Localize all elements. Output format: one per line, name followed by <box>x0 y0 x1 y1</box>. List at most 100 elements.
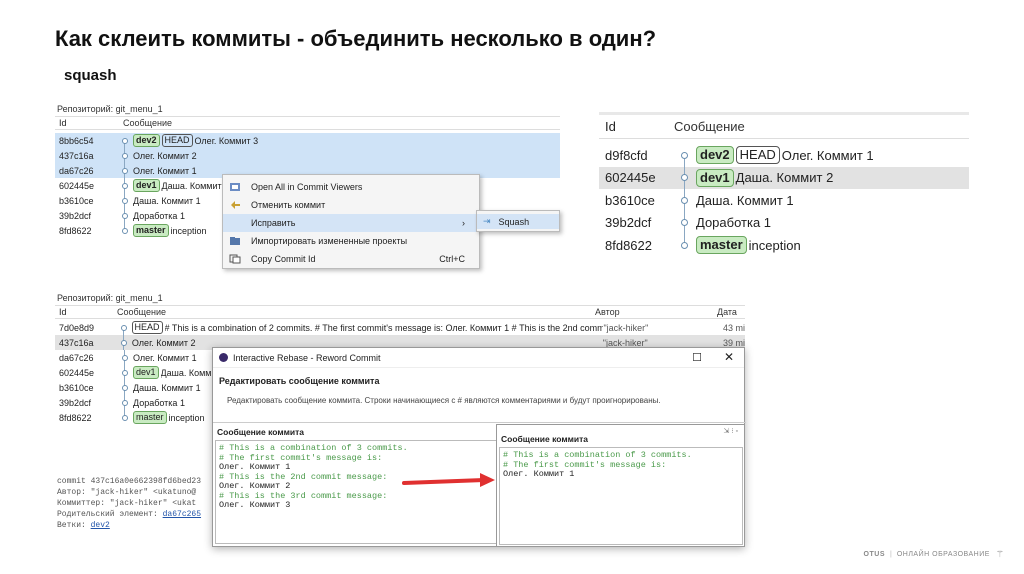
commit-id: 8fd8622 <box>59 412 92 423</box>
menu-label: Исправить <box>251 218 296 228</box>
commit-row[interactable]: b3610ce Даша. Коммит 1 <box>599 189 969 212</box>
menu-item-copy-id[interactable]: Copy Commit Id Ctrl+C <box>223 250 479 268</box>
commit-message: Олег. Коммит 2 <box>131 337 196 348</box>
branch-tag[interactable]: HEAD <box>735 146 780 165</box>
branch-tag[interactable]: dev2 <box>696 146 734 165</box>
commit-id: b3610ce <box>605 192 655 208</box>
commit-message: Олег. Коммит 3 <box>194 135 259 146</box>
history-header: Id Сообщение <box>599 115 969 139</box>
graph-node-icon <box>117 163 133 178</box>
import-icon <box>229 236 243 246</box>
detail-author: Автор: "jack-hiker" <ukatuno@ <box>57 488 197 497</box>
commit-row[interactable]: d9f8cfd dev2 HEAD Олег. Коммит 1 <box>599 144 969 167</box>
graph-node-icon <box>116 335 132 350</box>
context-menu: Open All in Commit Viewers Отменить комм… <box>222 174 480 269</box>
footer-brand: OTUS <box>863 551 885 558</box>
graph-node-icon <box>117 395 133 410</box>
branch-tag[interactable]: dev2 <box>133 134 160 147</box>
graph-node-icon <box>117 380 133 395</box>
graph-node-icon <box>117 208 133 223</box>
dialog-description: Редактировать сообщение коммита. Строки … <box>227 396 661 405</box>
graph-node-icon <box>117 365 133 380</box>
commit-row[interactable]: 39b2dcf Доработка 1 <box>599 211 969 234</box>
result-label: Сообщение коммита <box>501 434 589 444</box>
commit-id: 8bb6c54 <box>59 135 94 146</box>
commit-message: inception <box>170 225 207 236</box>
graph-node-icon <box>117 410 133 425</box>
commit-id: 8fd8622 <box>605 237 652 253</box>
commit-message: Доработка 1 <box>696 215 772 231</box>
footer-text: ОНЛАЙН ОБРАЗОВАНИЕ <box>896 551 990 558</box>
red-arrow-icon <box>402 473 495 487</box>
graph-node-icon <box>674 234 696 257</box>
graph-node-icon <box>117 178 133 193</box>
commit-id: da67c26 <box>59 165 94 176</box>
repo-label: Репозиторий: git_menu_1 <box>57 104 163 114</box>
editor-toolbar-icon[interactable]: ⇲ ⁝ ▫ <box>724 427 738 435</box>
branch-tag[interactable]: dev1 <box>696 168 734 187</box>
commit-id: b3610ce <box>59 195 94 206</box>
branch-tag[interactable]: master <box>696 236 747 255</box>
editor-line: Олег. Коммит 3 <box>219 500 291 510</box>
dialog-heading: Редактировать сообщение коммита <box>219 376 380 386</box>
commit-message: Олег. Коммит 1 <box>781 147 874 163</box>
result-editor[interactable]: # This is a combination of 3 commits. # T… <box>499 447 743 545</box>
dialog-title: Interactive Rebase - Reword Commit <box>233 352 381 363</box>
commit-row[interactable]: 7d0e8d9 HEAD # This is a combination of 2 … <box>55 320 745 335</box>
col-id: Id <box>59 118 67 128</box>
menu-item-modify[interactable]: Исправить › <box>223 214 479 232</box>
detail-committer: Коммиттер: "jack-hiker" <ukat <box>57 499 197 508</box>
commit-message: Даша. Коммит 1 <box>133 195 201 206</box>
graph-node-icon <box>674 189 696 212</box>
menu-item-squash[interactable]: ⇥ Squash <box>477 214 559 229</box>
commit-row[interactable]: 8fd8622 master inception <box>599 234 969 257</box>
app-icon <box>219 353 228 362</box>
menu-item-import[interactable]: Импортировать измененные проекты <box>223 232 479 250</box>
menu-item-revert[interactable]: Отменить коммит <box>223 196 479 214</box>
slide-subtitle: squash <box>64 67 117 84</box>
commit-row[interactable]: 437c16a Олег. Коммит 2 <box>55 148 560 163</box>
commit-row[interactable]: 8bb6c54 dev2 HEAD Олег. Коммит 3 <box>55 133 560 148</box>
graph-node-icon <box>117 223 133 238</box>
branch-tag[interactable]: dev1 <box>133 179 160 192</box>
commit-message: Олег. Коммит 2 <box>133 150 197 161</box>
history-header: Id Сообщение <box>55 116 560 130</box>
commit-message: Даша. Коммит 1 <box>696 192 794 208</box>
history-header: Id Сообщение Автор Дата <box>55 305 745 319</box>
col-message: Сообщение <box>674 119 745 134</box>
menu-label: Импортировать измененные проекты <box>251 236 408 246</box>
squash-icon: ⇥ <box>483 216 491 226</box>
col-id: Id <box>605 119 616 134</box>
menu-item-open-all[interactable]: Open All in Commit Viewers <box>223 178 479 196</box>
repo-label: Репозиторий: git_menu_1 <box>57 293 163 303</box>
commit-date: 43 mi <box>722 322 745 333</box>
graph-node-icon <box>674 211 696 234</box>
submenu-arrow-icon: › <box>462 218 465 228</box>
message-editor[interactable]: # This is a combination of 3 commits. # T… <box>215 440 497 544</box>
close-button[interactable]: ✕ <box>724 350 734 364</box>
branch-tag[interactable]: dev1 <box>133 366 159 379</box>
commit-message: Даша. Коммит 2 <box>161 180 230 191</box>
col-date: Дата <box>717 307 737 317</box>
graph-node-icon <box>116 320 132 335</box>
commit-row[interactable]: 602445e dev1 Даша. Коммит 2 <box>599 166 969 189</box>
menu-label: Отменить коммит <box>251 200 326 210</box>
branch-tag[interactable]: HEAD <box>161 134 193 147</box>
commit-id: 437c16a <box>59 150 94 161</box>
detail-commit: commit 437c16a0e662398fd6bed23 <box>57 477 202 486</box>
branch-tag[interactable]: master <box>133 411 167 424</box>
menu-label: Squash <box>498 216 530 227</box>
maximize-button[interactable]: ☐ <box>692 351 702 364</box>
dialog-titlebar: Interactive Rebase - Reword Commit ☐ ✕ <box>213 348 744 368</box>
history-view-2: Id Сообщение d9f8cfd dev2 HEAD Олег. Коммит… <box>599 112 969 264</box>
menu-label: Copy Commit Id <box>251 254 316 264</box>
branch-tag[interactable]: master <box>133 224 169 237</box>
viewer-icon <box>229 182 243 192</box>
branch-tag[interactable]: HEAD <box>131 321 163 334</box>
slide-title: Как склеить коммиты - объединить несколь… <box>55 26 657 51</box>
commit-id: 602445e <box>59 180 95 191</box>
commit-id: 39b2dcf <box>59 210 92 221</box>
commit-id: 437c16a <box>59 337 94 348</box>
commit-details: commit 437c16a0e662398fd6bed23 Автор: "j… <box>57 476 201 531</box>
graph-node-icon <box>117 193 133 208</box>
